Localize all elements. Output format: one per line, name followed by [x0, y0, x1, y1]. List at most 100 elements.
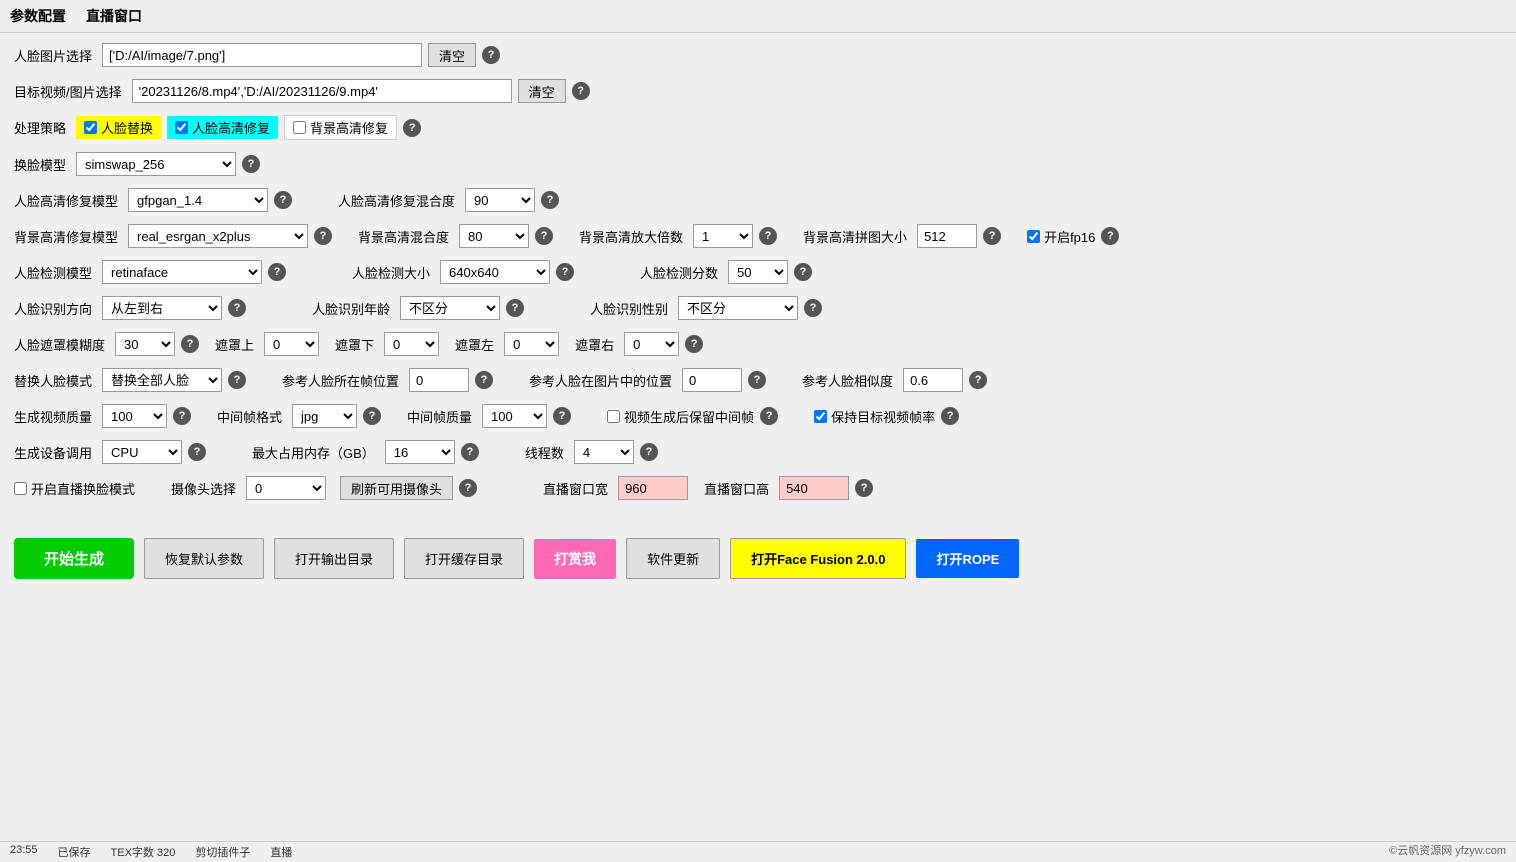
restore-btn[interactable]: 恢复默认参数 [144, 538, 264, 579]
fp16-help[interactable]: ? [1101, 227, 1119, 245]
live-height-input[interactable] [779, 476, 849, 500]
target-video-help-icon[interactable]: ? [572, 82, 590, 100]
face-gender-select[interactable]: 不区分男女 [678, 296, 798, 320]
face-enhance-blend-help[interactable]: ? [541, 191, 559, 209]
open-rope-btn[interactable]: 打开ROPE [916, 539, 1019, 578]
donate-btn[interactable]: 打赏我 [534, 539, 616, 579]
bg-blend-select[interactable]: 807060 [459, 224, 529, 248]
bg-tile-input[interactable] [917, 224, 977, 248]
bg-enhance-model-label: 背景高清修复模型 [14, 227, 118, 246]
strategy-face-swap-checkbox[interactable] [84, 121, 97, 134]
keep-fps-help[interactable]: ? [941, 407, 959, 425]
processing-strategy-label: 处理策略 [14, 118, 66, 137]
device-help[interactable]: ? [188, 443, 206, 461]
camera-select-dropdown[interactable]: 012 [246, 476, 326, 500]
face-gender-help[interactable]: ? [804, 299, 822, 317]
swap-mode-select[interactable]: 替换全部人脸替换指定人脸 [102, 368, 222, 392]
mask-blur-help[interactable]: ? [181, 335, 199, 353]
bg-scale-select[interactable]: 124 [693, 224, 753, 248]
video-quality-help[interactable]: ? [173, 407, 191, 425]
frame-quality-select[interactable]: 1009080 [482, 404, 547, 428]
open-output-btn[interactable]: 打开输出目录 [274, 538, 394, 579]
keep-frames-checkbox[interactable] [607, 410, 620, 423]
tab-live[interactable]: 直播窗口 [86, 6, 142, 26]
face-detect-size-help[interactable]: ? [556, 263, 574, 281]
strategy-help-icon[interactable]: ? [403, 119, 421, 137]
fp16-checkbox-label[interactable]: 开启fp16 [1027, 227, 1095, 246]
status-live: 直播 [270, 844, 292, 860]
face-detect-model-help[interactable]: ? [268, 263, 286, 281]
strategy-bg-enhance[interactable]: 背景高清修复 [284, 115, 397, 140]
max-memory-help[interactable]: ? [461, 443, 479, 461]
threads-help[interactable]: ? [640, 443, 658, 461]
frame-format-select[interactable]: jpgpngbmp [292, 404, 357, 428]
keep-frames-help[interactable]: ? [760, 407, 778, 425]
tab-params[interactable]: 参数配置 [10, 6, 66, 26]
face-detect-size-select[interactable]: 640x640320x3201280x1280 [440, 260, 550, 284]
bg-blend-help[interactable]: ? [535, 227, 553, 245]
face-age-select[interactable]: 不区分儿童青年中年老年 [400, 296, 500, 320]
refresh-camera-btn[interactable]: 刷新可用摄像头 [340, 476, 453, 500]
device-select[interactable]: CPUGPU [102, 440, 182, 464]
status-tex: TEX字数 320 [111, 844, 176, 860]
mask-left-select[interactable]: 012510 [504, 332, 559, 356]
face-image-help-icon[interactable]: ? [482, 46, 500, 64]
bg-tile-help[interactable]: ? [983, 227, 1001, 245]
ref-face-pos-input[interactable] [409, 368, 469, 392]
mask-blur-select[interactable]: 30201004050 [115, 332, 175, 356]
ref-face-img-pos-help[interactable]: ? [748, 371, 766, 389]
frame-quality-help[interactable]: ? [553, 407, 571, 425]
target-video-clear-btn[interactable]: 清空 [518, 79, 566, 103]
start-btn[interactable]: 开始生成 [14, 538, 134, 579]
strategy-face-swap[interactable]: 人脸替换 [76, 116, 161, 139]
update-btn[interactable]: 软件更新 [626, 538, 720, 579]
mask-right-help[interactable]: ? [685, 335, 703, 353]
target-video-label: 目标视频/图片选择 [14, 82, 122, 101]
open-ff-btn[interactable]: 打开Face Fusion 2.0.0 [730, 538, 906, 579]
ref-face-similarity-help[interactable]: ? [969, 371, 987, 389]
frame-format-help[interactable]: ? [363, 407, 381, 425]
face-image-label: 人脸图片选择 [14, 46, 92, 65]
strategy-face-enhance-checkbox[interactable] [175, 121, 188, 134]
face-age-help[interactable]: ? [506, 299, 524, 317]
mask-right-label: 遮罩右 [575, 335, 614, 354]
max-memory-select[interactable]: 168432 [385, 440, 455, 464]
target-video-input[interactable] [132, 79, 512, 103]
face-detect-model-select[interactable]: retinaface scrfd_2.5g [102, 260, 262, 284]
keep-fps-checkbox[interactable] [814, 410, 827, 423]
live-width-input[interactable] [618, 476, 688, 500]
swap-model-help-icon[interactable]: ? [242, 155, 260, 173]
fp16-checkbox[interactable] [1027, 230, 1040, 243]
keep-fps-label[interactable]: 保持目标视频帧率 [814, 407, 935, 426]
face-direction-select[interactable]: 从左到右从右到左从上到下 [102, 296, 222, 320]
live-size-help[interactable]: ? [855, 479, 873, 497]
live-mode-checkbox[interactable] [14, 482, 27, 495]
open-cache-btn[interactable]: 打开缓存目录 [404, 538, 524, 579]
ref-face-pos-help[interactable]: ? [475, 371, 493, 389]
bg-enhance-model-help[interactable]: ? [314, 227, 332, 245]
mask-bottom-select[interactable]: 012510 [384, 332, 439, 356]
strategy-bg-enhance-checkbox[interactable] [293, 121, 306, 134]
face-image-input[interactable] [102, 43, 422, 67]
mask-right-select[interactable]: 012510 [624, 332, 679, 356]
mask-top-select[interactable]: 012510 [264, 332, 319, 356]
face-enhance-model-select[interactable]: gfpgan_1.4 codeformer [128, 188, 268, 212]
face-enhance-model-help[interactable]: ? [274, 191, 292, 209]
threads-select[interactable]: 4281 [574, 440, 634, 464]
ref-face-img-pos-input[interactable] [682, 368, 742, 392]
swap-model-select[interactable]: simswap_256 inswapper_128 [76, 152, 236, 176]
face-image-clear-btn[interactable]: 清空 [428, 43, 476, 67]
bg-scale-help[interactable]: ? [759, 227, 777, 245]
strategy-face-enhance[interactable]: 人脸高清修复 [167, 116, 278, 139]
video-quality-select[interactable]: 1009080 [102, 404, 167, 428]
keep-frames-label[interactable]: 视频生成后保留中间帧 [607, 407, 754, 426]
live-mode-label[interactable]: 开启直播换脸模式 [14, 479, 135, 498]
face-direction-help[interactable]: ? [228, 299, 246, 317]
face-detect-score-select[interactable]: 50607080 [728, 260, 788, 284]
ref-face-similarity-input[interactable] [903, 368, 963, 392]
swap-mode-help[interactable]: ? [228, 371, 246, 389]
face-enhance-blend-select[interactable]: 9080706050 [465, 188, 535, 212]
refresh-camera-help[interactable]: ? [459, 479, 477, 497]
face-detect-score-help[interactable]: ? [794, 263, 812, 281]
bg-enhance-model-select[interactable]: real_esrgan_x2plus real_esrgan_x4plus [128, 224, 308, 248]
